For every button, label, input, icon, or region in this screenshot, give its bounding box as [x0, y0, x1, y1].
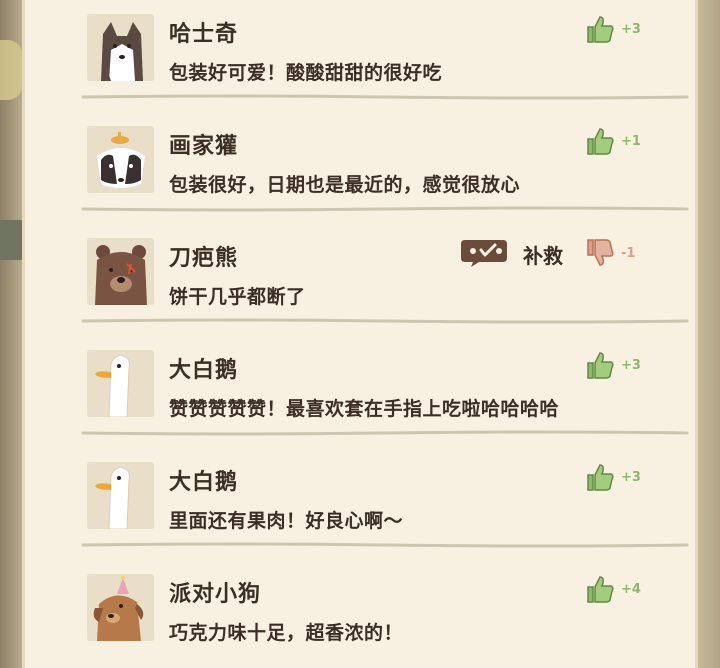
reviewer-name: 哈士奇 — [169, 22, 239, 47]
review-item: 大白鹅 里面还有果肉！好良心啊～ +3 — [65, 448, 689, 548]
dog-avatar — [87, 574, 154, 641]
reviewer-name: 大白鹅 — [169, 470, 239, 495]
divider — [81, 318, 689, 324]
review-comment: 包装很好，日期也是最近的，感觉很放心 — [169, 174, 521, 196]
like-count: +3 — [621, 22, 641, 37]
remedy-label: 补救 — [523, 244, 563, 268]
review-item: 大白鹅 赞赞赞赞赞！最喜欢套在手指上吃啦哈哈哈哈 +3 — [65, 336, 689, 436]
review-comment: 赞赞赞赞赞！最喜欢套在手指上吃啦哈哈哈哈 — [169, 398, 560, 420]
like-count: +3 — [621, 358, 641, 373]
background-shelf — [0, 220, 24, 260]
thumbs-up-icon — [587, 352, 614, 379]
review-item: 派对小狗 巧克力味十足，超香浓的！ +4 — [65, 560, 689, 660]
like-count: +4 — [621, 582, 641, 597]
divider — [81, 206, 689, 212]
like-button[interactable]: +3 — [585, 350, 675, 384]
goose-avatar — [87, 350, 154, 417]
review-comment: 饼干几乎都断了 — [169, 286, 306, 308]
review-panel[interactable]: 哈士奇 包装好可爱！酸酸甜甜的很好吃 +3 画家獾 包装很好，日期也是最近的，感… — [22, 0, 698, 668]
badger-avatar — [87, 126, 154, 193]
thumbs-up-icon — [587, 16, 614, 43]
like-button[interactable]: +4 — [585, 574, 675, 608]
husky-avatar — [87, 14, 154, 81]
reviewer-name: 派对小狗 — [169, 582, 262, 607]
divider — [81, 542, 689, 548]
review-comment: 巧克力味十足，超香浓的！ — [169, 622, 404, 644]
like-count: +3 — [621, 470, 641, 485]
dislike-button[interactable]: -1 — [585, 238, 675, 272]
like-button[interactable]: +1 — [585, 126, 675, 160]
thumbs-up-icon — [587, 576, 614, 603]
review-comment: 包装好可爱！酸酸甜甜的很好吃 — [169, 62, 443, 84]
like-count: +1 — [621, 134, 641, 149]
reviewer-name: 刀疤熊 — [169, 246, 239, 271]
thumbs-down-icon — [587, 239, 614, 266]
reviewer-name: 画家獾 — [169, 134, 239, 159]
thumbs-up-icon — [587, 464, 614, 491]
chat-bubble-icon — [461, 240, 507, 267]
divider — [81, 430, 689, 436]
divider — [81, 94, 689, 100]
remedy-button[interactable]: 补救 — [459, 234, 579, 270]
review-comment: 里面还有果肉！好良心啊～ — [169, 510, 404, 532]
thumbs-up-icon — [587, 128, 614, 155]
reviewer-name: 大白鹅 — [169, 358, 239, 383]
background-plant — [0, 40, 22, 100]
dislike-count: -1 — [621, 246, 636, 261]
bear-avatar — [87, 238, 154, 305]
like-button[interactable]: +3 — [585, 462, 675, 496]
goose-avatar — [87, 462, 154, 529]
review-item: 哈士奇 包装好可爱！酸酸甜甜的很好吃 +3 — [65, 0, 689, 100]
review-item: 画家獾 包装很好，日期也是最近的，感觉很放心 +1 — [65, 112, 689, 212]
review-item: 刀疤熊 饼干几乎都断了 补救 -1 — [65, 224, 689, 324]
like-button[interactable]: +3 — [585, 14, 675, 48]
